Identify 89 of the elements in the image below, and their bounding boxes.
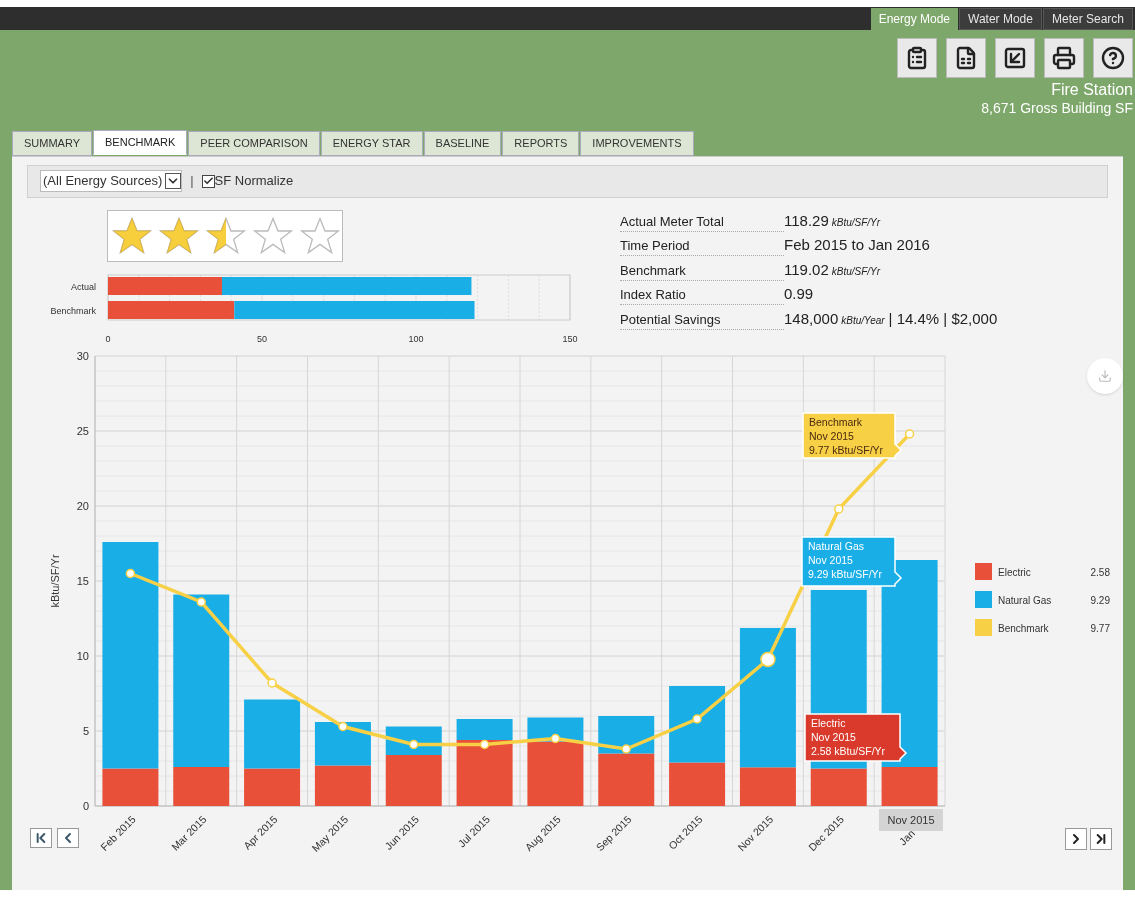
bar-label: Actual	[71, 281, 96, 292]
previous-button[interactable]	[57, 827, 79, 848]
mode-tab[interactable]: Water Mode	[959, 8, 1042, 30]
spreadsheet-icon	[954, 46, 978, 70]
tab[interactable]: IMPROVEMENTS	[580, 130, 694, 156]
bar	[598, 753, 655, 806]
data-point	[196, 596, 206, 607]
next-button[interactable]	[1065, 827, 1087, 850]
mode-tab[interactable]: Meter Search	[1042, 8, 1133, 30]
summary-label: Index Ratio	[620, 286, 784, 305]
tooltip: Natural Gas Nov 2015 9.29 kBtu/SF/Yr	[801, 535, 903, 587]
energy-source-select[interactable]: (All Energy Sources)	[40, 170, 183, 192]
tooltip: Electric Nov 2015 2.58 kBtu/SF/Yr	[804, 712, 908, 762]
bar	[314, 765, 371, 806]
data-point	[692, 713, 702, 724]
first-page-button[interactable]	[30, 827, 52, 848]
check-icon	[202, 175, 214, 187]
tick-label: 25	[76, 424, 89, 437]
help-button[interactable]	[1093, 38, 1133, 78]
data-point	[904, 428, 915, 439]
print-button[interactable]	[1044, 38, 1084, 78]
axis-title: kBtu/SF/Yr	[49, 553, 61, 608]
export-icon	[1003, 46, 1027, 70]
bar	[314, 721, 371, 765]
data-point	[338, 721, 348, 731]
bar-label: Benchmark	[50, 305, 96, 316]
export-button[interactable]	[995, 38, 1035, 78]
tick-label: 50	[257, 333, 267, 344]
tab[interactable]: SUMMARY	[12, 130, 93, 156]
tab[interactable]: ENERGY STAR	[320, 130, 423, 156]
summary-value: 119.02 kBtu/SF/Yr	[784, 259, 881, 280]
summary-value: 148,000 kBtu/Year | 14.4% | $2,000	[784, 308, 998, 329]
legend-value: 2.58	[1090, 566, 1110, 578]
checkbox[interactable]	[201, 174, 215, 188]
notes-button[interactable]	[897, 38, 937, 78]
star-icon	[253, 215, 293, 256]
tick-label: 10	[76, 649, 89, 662]
notes-icon	[905, 46, 929, 70]
building-name: Fire Station	[1051, 80, 1133, 100]
legend-value: 9.29	[1090, 594, 1110, 606]
tick-label: 15	[76, 574, 89, 587]
summary-value: Feb 2015 to Jan 2016	[784, 235, 930, 255]
summary-label: Actual Meter Total	[620, 212, 784, 232]
legend-swatch	[975, 562, 992, 580]
download-icon	[1098, 368, 1112, 383]
data-point	[760, 651, 776, 667]
crosshair-label: Nov 2015	[879, 808, 943, 831]
summary-value: 118.29 kBtu/SF/Yr	[784, 210, 881, 231]
tab[interactable]: REPORTS	[502, 130, 580, 156]
separator: |	[190, 172, 194, 191]
tick-label: 150	[562, 333, 578, 344]
sf-normalize-checkbox[interactable]: SF Normalize	[201, 171, 294, 191]
tick-label: 0	[105, 333, 111, 344]
star-icon	[206, 215, 246, 256]
data-point	[479, 739, 490, 749]
data-point	[409, 739, 419, 749]
data-point	[125, 568, 136, 578]
tooltip: Benchmark Nov 2015 9.77 kBtu/SF/Yr	[802, 411, 903, 459]
data-point	[550, 733, 561, 743]
last-page-button[interactable]	[1090, 827, 1112, 850]
tick-label: 0	[82, 799, 89, 812]
legend-label: Natural Gas	[998, 594, 1052, 606]
caret-icon	[165, 173, 182, 189]
tab[interactable]: PEER COMPARISON	[188, 130, 320, 156]
legend-swatch	[975, 618, 992, 636]
summary-label: Benchmark	[620, 261, 784, 281]
legend-label: Benchmark	[998, 622, 1049, 634]
building-area: 8,671 Gross Building SF	[981, 100, 1133, 118]
summary-label: Potential Savings	[620, 310, 784, 330]
tick-label: 30	[76, 349, 89, 362]
tab[interactable]: BASELINE	[423, 130, 502, 156]
tick-label: 5	[82, 724, 89, 737]
star-icon	[112, 215, 152, 256]
tick-label: 100	[408, 333, 424, 344]
tick-label: 20	[76, 499, 89, 512]
star-icon	[300, 215, 340, 256]
legend-label: Electric	[998, 566, 1031, 578]
star-icon	[159, 215, 199, 256]
data-point	[267, 677, 277, 688]
legend-value: 9.77	[1090, 622, 1110, 634]
spreadsheet-button[interactable]	[946, 38, 986, 78]
tab[interactable]: BENCHMARK	[93, 129, 188, 155]
summary-value: 0.99	[784, 284, 814, 304]
data-point	[834, 503, 844, 514]
data-point	[621, 743, 631, 754]
help-icon	[1101, 46, 1125, 70]
summary-label: Time Period	[620, 237, 784, 256]
print-icon	[1052, 46, 1076, 70]
legend-swatch	[975, 590, 992, 608]
